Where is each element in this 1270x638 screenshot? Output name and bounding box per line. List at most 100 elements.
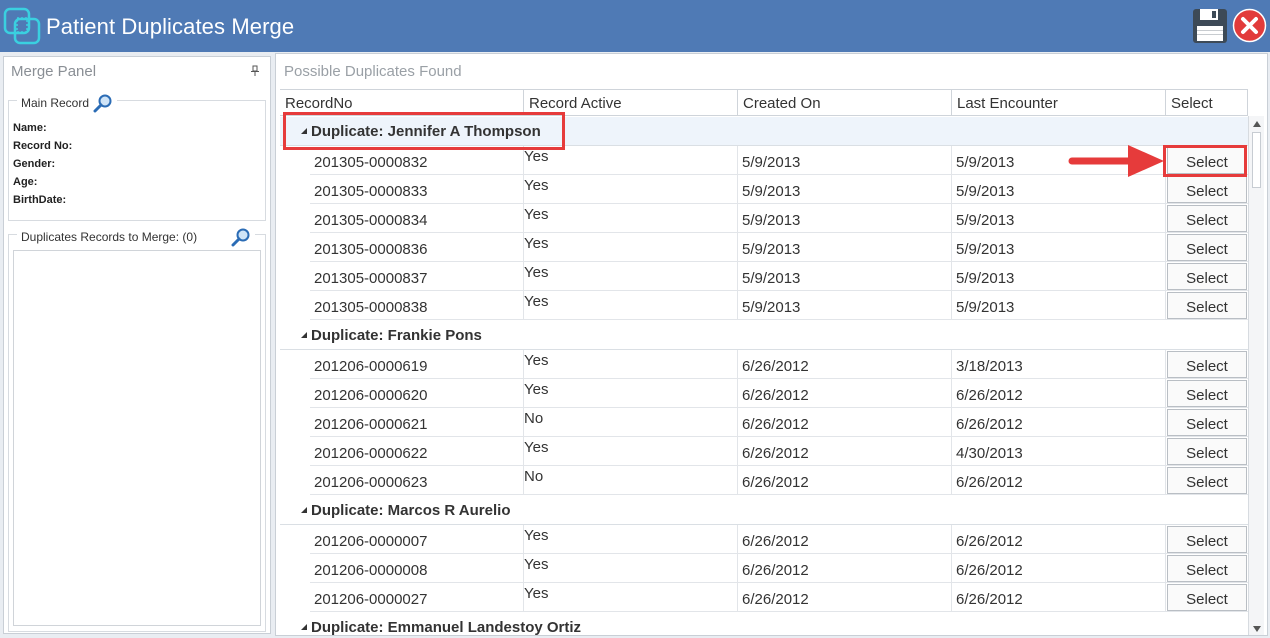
save-icon[interactable] xyxy=(1191,7,1229,45)
created-on-cell: 6/26/2012 xyxy=(738,437,952,465)
merge-panel-title: Merge Panel xyxy=(11,63,97,80)
scroll-up-icon[interactable] xyxy=(1253,121,1261,127)
table-row[interactable]: 201206-0000027 Yes 6/26/2012 6/26/2012 Selec… xyxy=(310,583,1248,612)
created-on-cell: 6/26/2012 xyxy=(738,350,952,378)
scroll-thumb[interactable] xyxy=(1252,132,1261,188)
select-button[interactable]: Select xyxy=(1167,555,1247,582)
record-no-cell: 201206-0000622 xyxy=(310,437,524,465)
record-active-cell: Yes xyxy=(524,437,738,465)
last-encounter-cell: 6/26/2012 xyxy=(952,408,1166,436)
close-icon[interactable] xyxy=(1232,8,1267,43)
last-encounter-cell: 6/26/2012 xyxy=(952,466,1166,494)
created-on-cell: 6/26/2012 xyxy=(738,466,952,494)
age-label: Age: xyxy=(13,176,38,188)
select-button[interactable]: Select xyxy=(1167,526,1247,553)
last-encounter-cell: 3/18/2013 xyxy=(952,350,1166,378)
search-icon[interactable] xyxy=(93,93,113,113)
record-active-cell: Yes xyxy=(524,583,738,611)
select-button[interactable]: Select xyxy=(1167,438,1247,465)
record-active-cell: Yes xyxy=(524,291,738,319)
select-highlight-box xyxy=(1163,145,1247,177)
select-button[interactable]: Select xyxy=(1167,205,1247,232)
select-button[interactable]: Select xyxy=(1167,467,1247,494)
app-logo-icon xyxy=(3,7,41,45)
title-bar: Patient Duplicates Merge xyxy=(0,0,1270,52)
collapse-triangle-icon[interactable] xyxy=(301,507,307,513)
created-on-cell: 6/26/2012 xyxy=(738,554,952,582)
created-on-cell: 5/9/2013 xyxy=(738,175,952,203)
table-row[interactable]: 201305-0000834 Yes 5/9/2013 5/9/2013 Select xyxy=(310,204,1248,233)
record-active-cell: Yes xyxy=(524,262,738,290)
select-button[interactable]: Select xyxy=(1167,234,1247,261)
last-encounter-cell: 5/9/2013 xyxy=(952,233,1166,261)
last-encounter-cell: 6/26/2012 xyxy=(952,525,1166,553)
group-label: Duplicate: Frankie Pons xyxy=(311,327,482,344)
record-active-cell: Yes xyxy=(524,146,738,174)
created-on-cell: 6/26/2012 xyxy=(738,583,952,611)
group-row[interactable]: Duplicate: Marcos R Aurelio xyxy=(280,496,1248,525)
last-encounter-cell: 5/9/2013 xyxy=(952,262,1166,290)
birthdate-label: BirthDate: xyxy=(13,194,67,206)
duplicates-list[interactable] xyxy=(13,250,261,626)
table-row[interactable]: 201206-0000623 No 6/26/2012 6/26/2012 Select xyxy=(310,466,1248,495)
created-on-cell: 5/9/2013 xyxy=(738,233,952,261)
select-button[interactable]: Select xyxy=(1167,351,1247,378)
group-label: Duplicate: Emmanuel Landestoy Ortiz xyxy=(311,619,582,636)
record-no-label: Record No: xyxy=(13,140,73,152)
record-no-cell: 201305-0000837 xyxy=(310,262,524,290)
collapse-triangle-icon[interactable] xyxy=(301,624,307,630)
select-button[interactable]: Select xyxy=(1167,176,1247,203)
table-row[interactable]: 201206-0000619 Yes 6/26/2012 3/18/2013 Selec… xyxy=(310,350,1248,379)
last-encounter-cell: 5/9/2013 xyxy=(952,291,1166,319)
created-on-cell: 5/9/2013 xyxy=(738,291,952,319)
table-row[interactable]: 201206-0000008 Yes 6/26/2012 6/26/2012 Selec… xyxy=(310,554,1248,583)
record-no-cell: 201206-0000621 xyxy=(310,408,524,436)
column-header-created-on[interactable]: Created On xyxy=(738,90,952,116)
select-button[interactable]: Select xyxy=(1167,584,1247,611)
table-row[interactable]: 201206-0000007 Yes 6/26/2012 6/26/2012 Selec… xyxy=(310,525,1248,554)
pin-icon[interactable] xyxy=(250,65,260,77)
merge-panel: Merge Panel Main Record Name: Record No:… xyxy=(3,56,271,634)
record-active-cell: No xyxy=(524,408,738,436)
table-row[interactable]: 201206-0000620 Yes 6/26/2012 6/26/2012 Selec… xyxy=(310,379,1248,408)
table-row[interactable]: 201305-0000836 Yes 5/9/2013 5/9/2013 Select xyxy=(310,233,1248,262)
record-active-cell: Yes xyxy=(524,379,738,407)
column-header-last-encounter[interactable]: Last Encounter xyxy=(952,90,1166,116)
group-row[interactable]: Duplicate: Frankie Pons xyxy=(280,321,1248,350)
created-on-cell: 6/26/2012 xyxy=(738,525,952,553)
created-on-cell: 5/9/2013 xyxy=(738,146,952,174)
created-on-cell: 5/9/2013 xyxy=(738,204,952,232)
column-header-select[interactable]: Select xyxy=(1166,90,1248,116)
record-no-cell: 201206-0000007 xyxy=(310,525,524,553)
record-no-cell: 201206-0000623 xyxy=(310,466,524,494)
vertical-scrollbar[interactable] xyxy=(1248,116,1264,635)
table-row[interactable]: 201206-0000621 No 6/26/2012 6/26/2012 Select xyxy=(310,408,1248,437)
main-record-group: Main Record Name: Record No: Gender: Age… xyxy=(8,93,266,221)
record-no-cell: 201206-0000027 xyxy=(310,583,524,611)
record-active-cell: Yes xyxy=(524,175,738,203)
created-on-cell: 5/9/2013 xyxy=(738,262,952,290)
table-row[interactable]: 201206-0000622 Yes 6/26/2012 4/30/2013 Selec… xyxy=(310,437,1248,466)
created-on-cell: 6/26/2012 xyxy=(738,379,952,407)
search-icon[interactable] xyxy=(231,227,251,247)
scroll-down-icon[interactable] xyxy=(1253,626,1261,632)
table-row[interactable]: 201305-0000838 Yes 5/9/2013 5/9/2013 Select xyxy=(310,291,1248,320)
record-no-cell: 201305-0000836 xyxy=(310,233,524,261)
record-active-cell: Yes xyxy=(524,525,738,553)
record-no-cell: 201305-0000833 xyxy=(310,175,524,203)
last-encounter-cell: 6/26/2012 xyxy=(952,379,1166,407)
group-row[interactable]: Duplicate: Emmanuel Landestoy Ortiz xyxy=(280,613,1248,636)
table-row[interactable]: 201305-0000837 Yes 5/9/2013 5/9/2013 Select xyxy=(310,262,1248,291)
collapse-triangle-icon[interactable] xyxy=(301,332,307,338)
record-no-cell: 201305-0000832 xyxy=(310,146,524,174)
select-button[interactable]: Select xyxy=(1167,263,1247,290)
last-encounter-cell: 6/26/2012 xyxy=(952,583,1166,611)
select-button[interactable]: Select xyxy=(1167,292,1247,319)
duplicates-to-merge-group: Duplicates Records to Merge: (0) xyxy=(8,227,266,632)
created-on-cell: 6/26/2012 xyxy=(738,408,952,436)
select-button[interactable]: Select xyxy=(1167,409,1247,436)
record-active-cell: No xyxy=(524,466,738,494)
pane-title: Possible Duplicates Found xyxy=(284,63,462,80)
select-button[interactable]: Select xyxy=(1167,380,1247,407)
record-no-cell: 201206-0000619 xyxy=(310,350,524,378)
